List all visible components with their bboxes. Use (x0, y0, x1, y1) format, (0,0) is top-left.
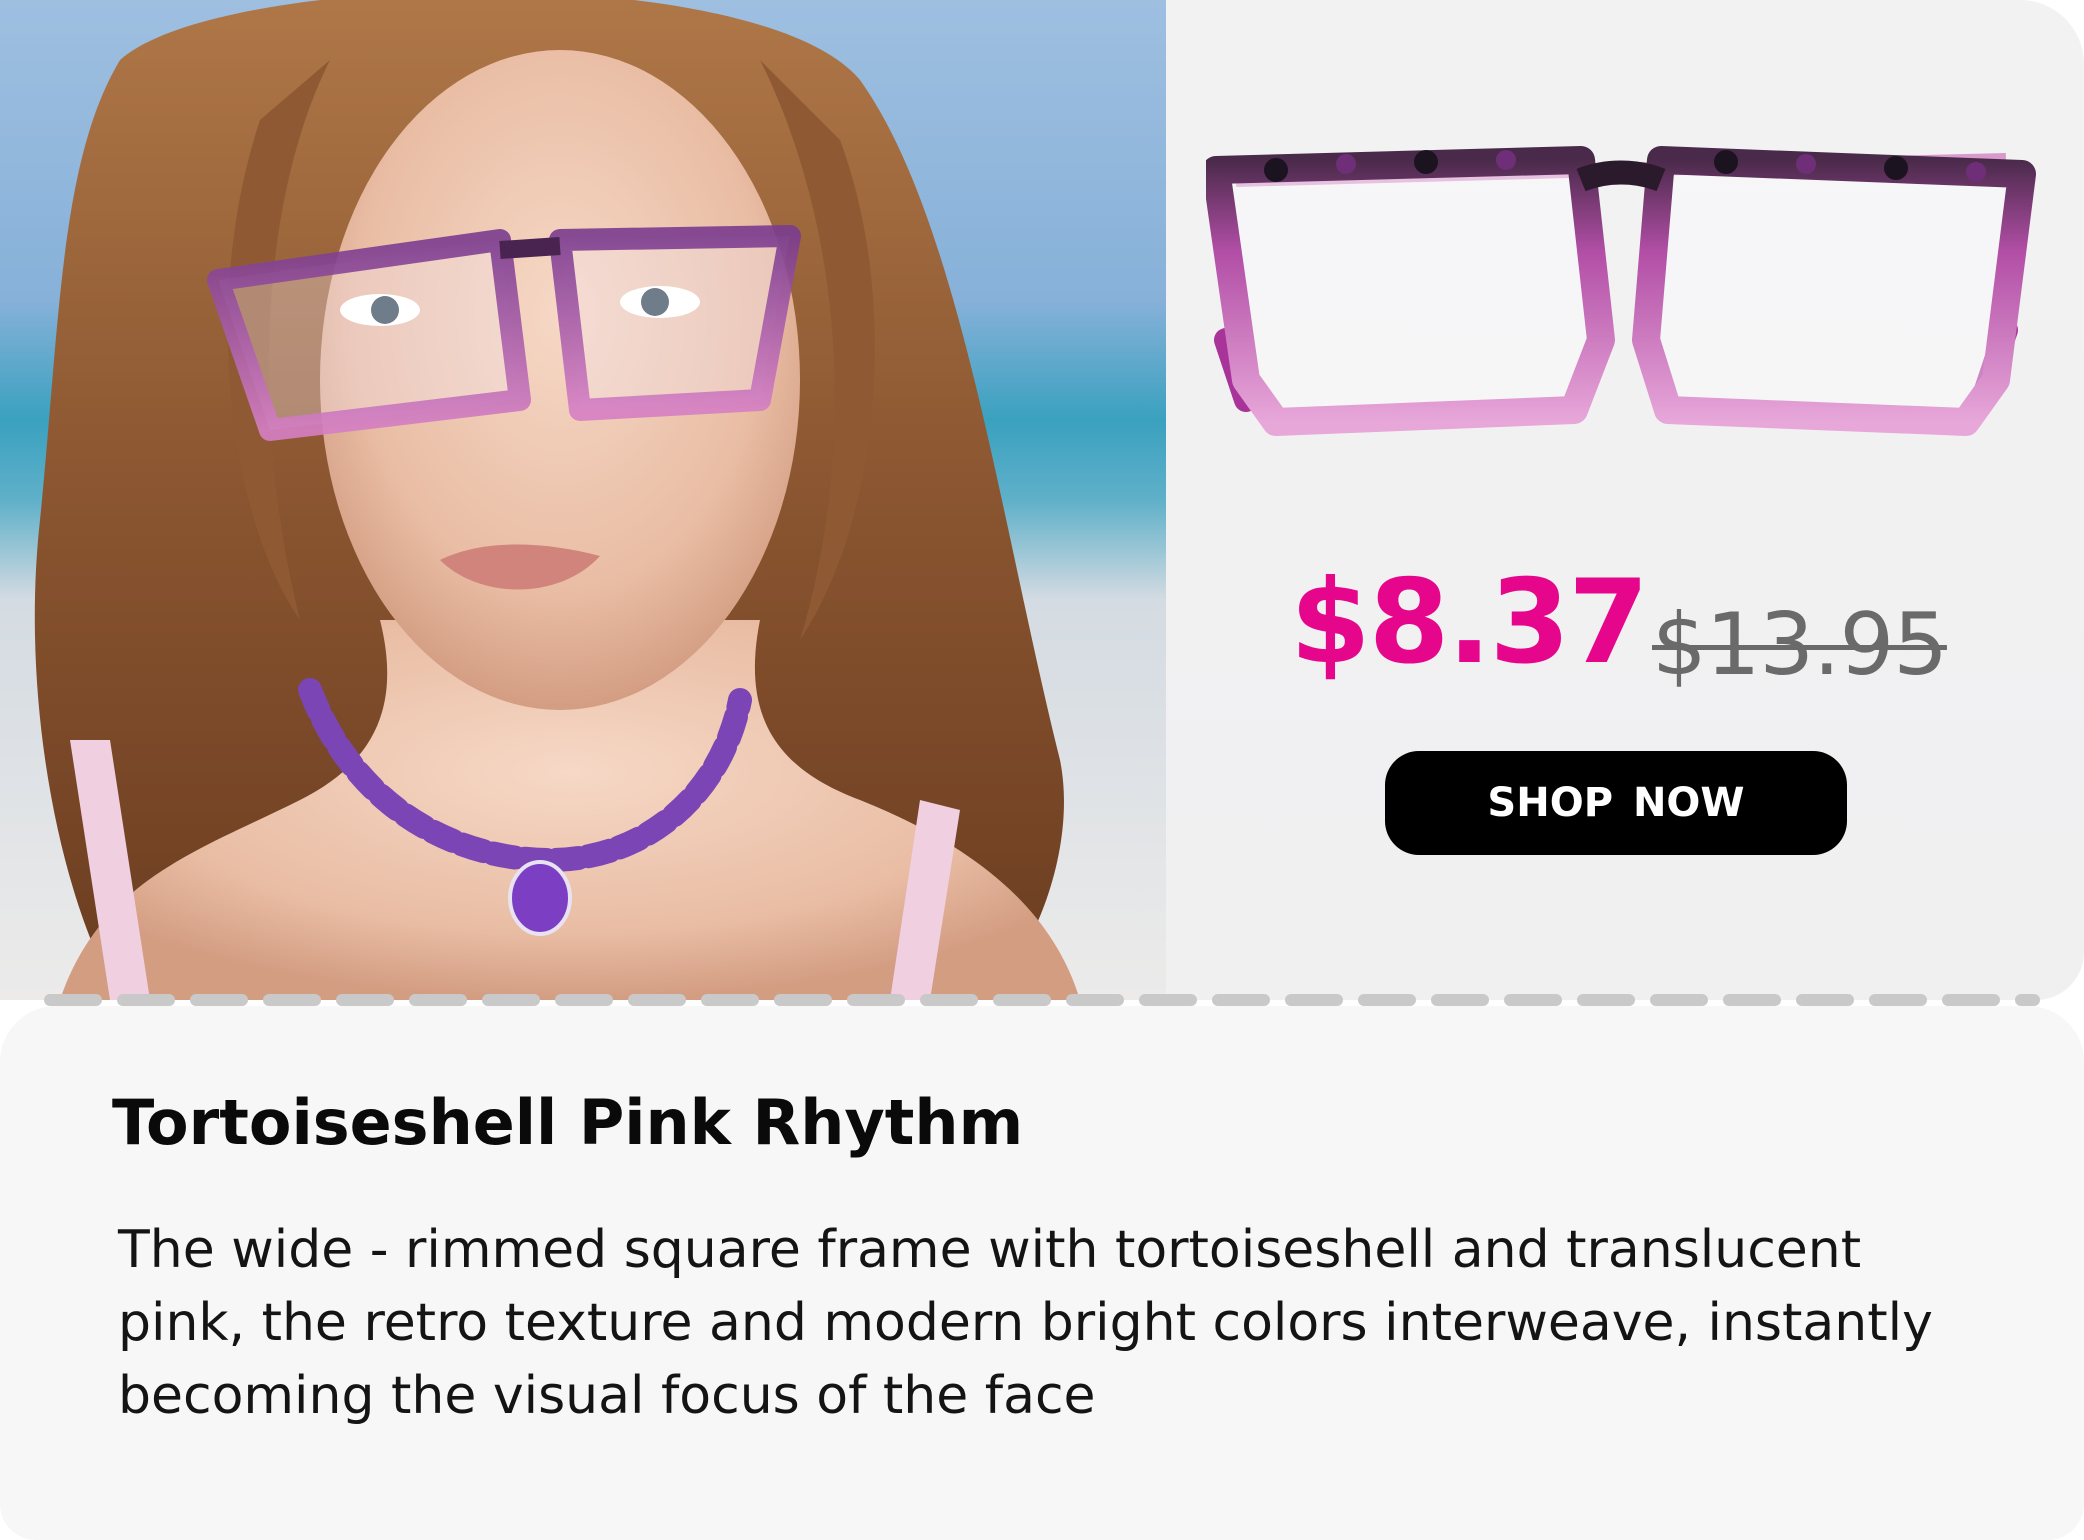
glasses-product-image[interactable] (1206, 140, 2036, 460)
model-photo (0, 0, 1166, 1000)
current-price: $8.37 (1290, 555, 1649, 690)
product-title: Tortoiseshell Pink Rhythm (112, 1086, 1024, 1159)
dashed-divider (44, 994, 2040, 1006)
product-card: $8.37 $13.95 SHOP NOW Tortoiseshell Pink… (0, 0, 2084, 1540)
model-photo-illustration (0, 0, 1166, 1000)
price-row: $8.37 $13.95 (1290, 555, 1990, 695)
shop-now-button[interactable]: SHOP NOW (1385, 751, 1847, 855)
product-description: The wide - rimmed square frame with tort… (118, 1220, 1933, 1426)
original-price: $13.95 (1652, 595, 1948, 695)
